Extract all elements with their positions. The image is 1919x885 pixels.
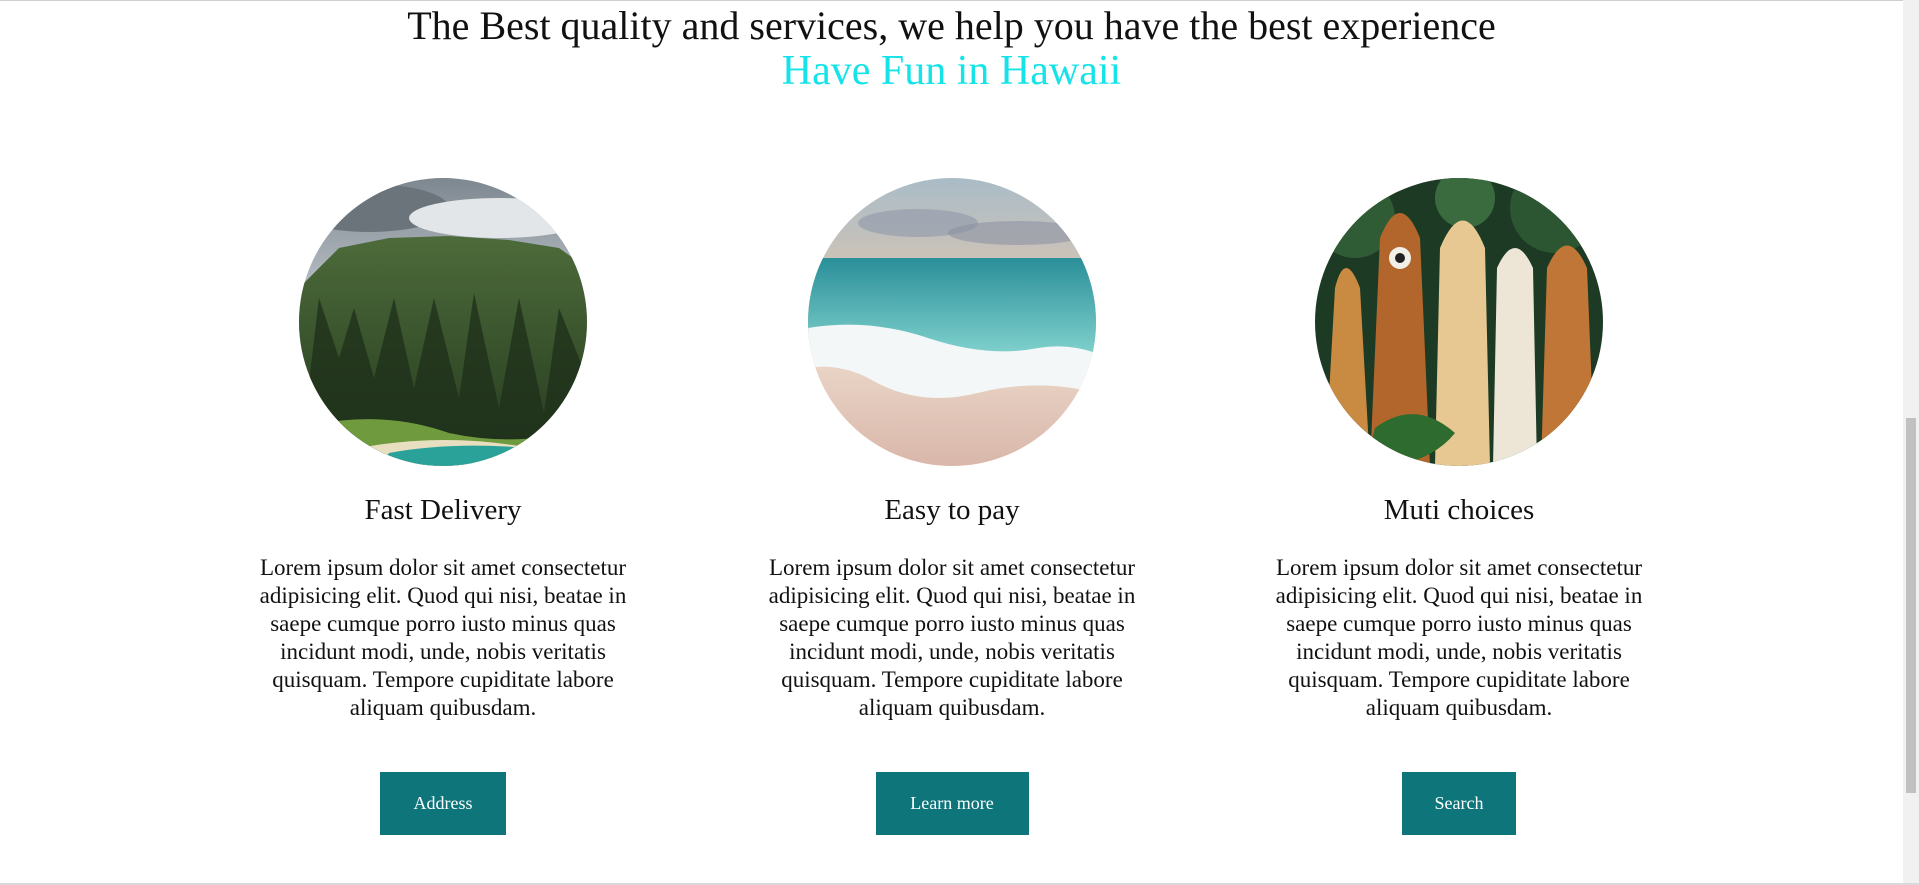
- vertical-scrollbar[interactable]: [1903, 0, 1919, 883]
- beach-waves-photo: [808, 178, 1096, 466]
- card-title: Muti choices: [1383, 494, 1535, 526]
- feature-card-fast-delivery: Fast Delivery Lorem ipsum dolor sit amet…: [233, 178, 653, 835]
- surfboards-photo: [1315, 178, 1603, 466]
- learn-more-button[interactable]: Learn more: [875, 772, 1029, 835]
- hero-subtitle: Have Fun in Hawaii: [781, 48, 1122, 94]
- feature-card-easy-to-pay: Easy to pay Lorem ipsum dolor sit amet c…: [742, 178, 1162, 835]
- card-title: Easy to pay: [884, 494, 1020, 526]
- search-button[interactable]: Search: [1402, 772, 1516, 835]
- address-button[interactable]: Address: [380, 772, 506, 835]
- hero-title: The Best quality and services, we help y…: [407, 3, 1496, 48]
- card-title: Fast Delivery: [364, 494, 522, 526]
- card-description: Lorem ipsum dolor sit amet consectetur a…: [259, 555, 627, 720]
- card-description: Lorem ipsum dolor sit amet consectetur a…: [1275, 555, 1643, 720]
- page-content: The Best quality and services, we help y…: [0, 0, 1903, 883]
- scrollbar-thumb[interactable]: [1906, 418, 1916, 793]
- feature-card-muti-choices: Muti choices Lorem ipsum dolor sit amet …: [1249, 178, 1669, 835]
- mountain-coast-photo: [299, 178, 587, 466]
- card-description: Lorem ipsum dolor sit amet consectetur a…: [768, 555, 1136, 720]
